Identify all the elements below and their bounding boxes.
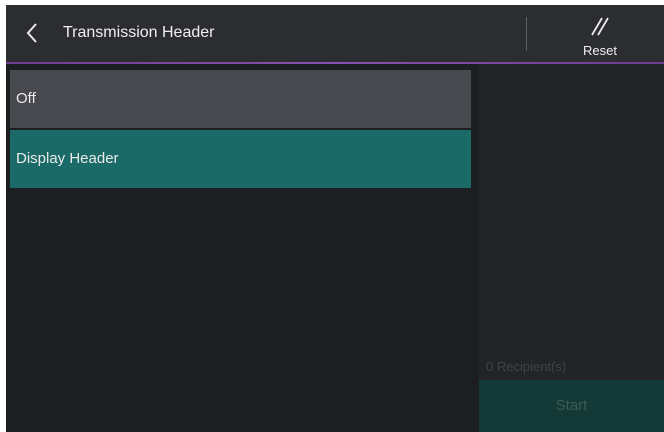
recipients-count: 0 Recipient(s)	[486, 359, 567, 374]
side-panel	[479, 64, 664, 380]
page-title: Transmission Header	[63, 24, 215, 41]
chevron-left-icon	[26, 23, 37, 43]
app-frame: Transmission Header Reset Off Display He…	[6, 5, 664, 432]
option-display-header-label: Display Header	[16, 150, 119, 167]
header-bar: Transmission Header Reset	[6, 5, 664, 62]
screen: Transmission Header Reset Off Display He…	[0, 0, 664, 432]
option-display-header[interactable]: Display Header	[10, 130, 471, 188]
option-off[interactable]: Off	[10, 70, 471, 128]
option-off-label: Off	[16, 90, 36, 107]
reset-button[interactable]: Reset	[566, 13, 634, 59]
header-divider	[526, 17, 527, 51]
start-label: Start	[555, 397, 588, 414]
back-button[interactable]	[16, 17, 48, 49]
double-slash-icon	[591, 17, 609, 36]
start-button[interactable]: Start	[479, 380, 664, 432]
reset-label: Reset	[583, 43, 617, 58]
